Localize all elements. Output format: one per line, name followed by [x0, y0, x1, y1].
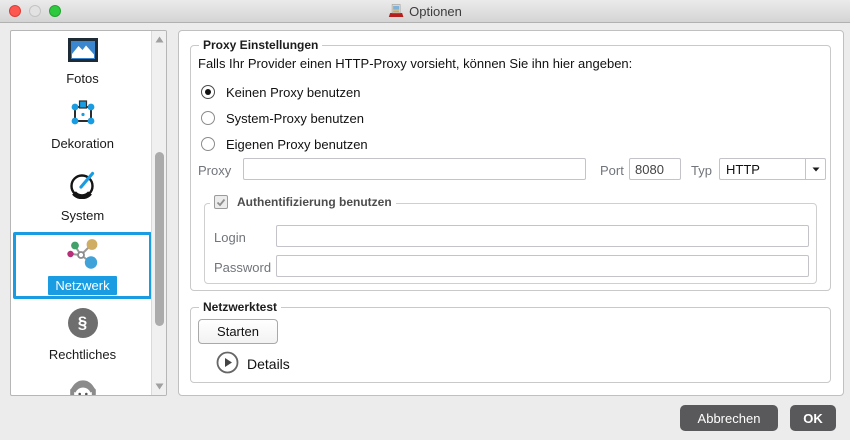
network-nodes-icon: [65, 237, 101, 269]
network-test-legend: Netzwerktest: [199, 300, 281, 314]
radio-button-icon[interactable]: [201, 111, 215, 125]
sidebar-scrollbar[interactable]: [151, 31, 166, 395]
auth-checkbox[interactable]: [214, 195, 228, 209]
sidebar-item-label: Fotos: [66, 71, 99, 86]
radio-system-proxy[interactable]: System-Proxy benutzen: [201, 110, 364, 126]
support-headset-icon: [67, 375, 99, 396]
sidebar-item-dekoration[interactable]: Dekoration: [13, 95, 152, 154]
close-button[interactable]: [9, 5, 21, 17]
zoom-button[interactable]: [49, 5, 61, 17]
proxy-field-label: Proxy: [198, 163, 231, 178]
network-test-group: Netzwerktest Starten Details: [190, 307, 831, 383]
sidebar-item-rechtliches[interactable]: § Rechtliches: [13, 305, 152, 365]
proxy-description: Falls Ihr Provider einen HTTP-Proxy vors…: [198, 56, 632, 71]
proxy-type-select[interactable]: HTTP: [719, 158, 826, 180]
main-panel: Proxy Einstellungen Falls Ihr Provider e…: [178, 30, 844, 396]
paragraph-sign-icon: §: [68, 308, 98, 338]
radio-button-icon[interactable]: [201, 137, 215, 151]
auth-group-legend: Authentifizierung benutzen: [210, 195, 396, 209]
photo-icon: [68, 38, 98, 62]
port-input[interactable]: [629, 158, 681, 180]
sidebar-item-netzwerk[interactable]: Netzwerk: [13, 232, 152, 299]
sidebar-item-label: Netzwerk: [48, 276, 116, 295]
login-input[interactable]: [276, 225, 809, 247]
sidebar-item-system[interactable]: System: [13, 166, 152, 226]
minimize-button[interactable]: [29, 5, 41, 17]
typ-field-label: Typ: [691, 163, 712, 178]
sidebar-item-label: Dekoration: [51, 136, 114, 151]
port-field-label: Port: [600, 163, 624, 178]
scroll-down-icon[interactable]: [152, 383, 166, 390]
radio-no-proxy[interactable]: Keinen Proxy benutzen: [201, 84, 360, 100]
login-label: Login: [214, 230, 246, 245]
details-disclosure-button[interactable]: [216, 351, 239, 374]
gauge-icon: [68, 169, 98, 199]
radio-button-icon[interactable]: [201, 85, 215, 99]
selection-frame-icon: [68, 98, 98, 127]
start-button[interactable]: Starten: [198, 319, 278, 344]
proxy-host-input[interactable]: [243, 158, 586, 180]
sidebar-item-label: System: [61, 208, 104, 223]
app-icon: [388, 3, 404, 19]
scroll-up-icon[interactable]: [152, 36, 166, 43]
sidebar-item-fotos[interactable]: Fotos: [13, 35, 152, 89]
scrollbar-thumb[interactable]: [155, 152, 164, 326]
checkmark-icon: [215, 196, 227, 208]
sidebar-item-support[interactable]: [13, 372, 152, 396]
password-input[interactable]: [276, 255, 809, 277]
play-icon: [216, 351, 239, 374]
auth-legend-text: Authentifizierung benutzen: [237, 195, 392, 209]
cancel-button[interactable]: Abbrechen: [680, 405, 778, 431]
authentication-group: Authentifizierung benutzen Login Passwor…: [204, 203, 817, 284]
chevron-down-icon[interactable]: [805, 159, 825, 179]
radio-own-proxy[interactable]: Eigenen Proxy benutzen: [201, 136, 368, 152]
proxy-settings-group: Proxy Einstellungen Falls Ihr Provider e…: [190, 45, 831, 291]
sidebar-item-label: Rechtliches: [49, 347, 116, 362]
window-title-group: Optionen: [388, 0, 462, 22]
details-label: Details: [247, 356, 290, 372]
category-list: Fotos Dekoration: [11, 31, 152, 395]
category-sidebar: Fotos Dekoration: [10, 30, 167, 396]
window-title: Optionen: [409, 4, 462, 19]
proxy-group-legend: Proxy Einstellungen: [199, 38, 322, 52]
password-label: Password: [214, 260, 271, 275]
proxy-type-value: HTTP: [720, 162, 805, 177]
ok-button[interactable]: OK: [790, 405, 836, 431]
title-bar: Optionen: [0, 0, 850, 23]
